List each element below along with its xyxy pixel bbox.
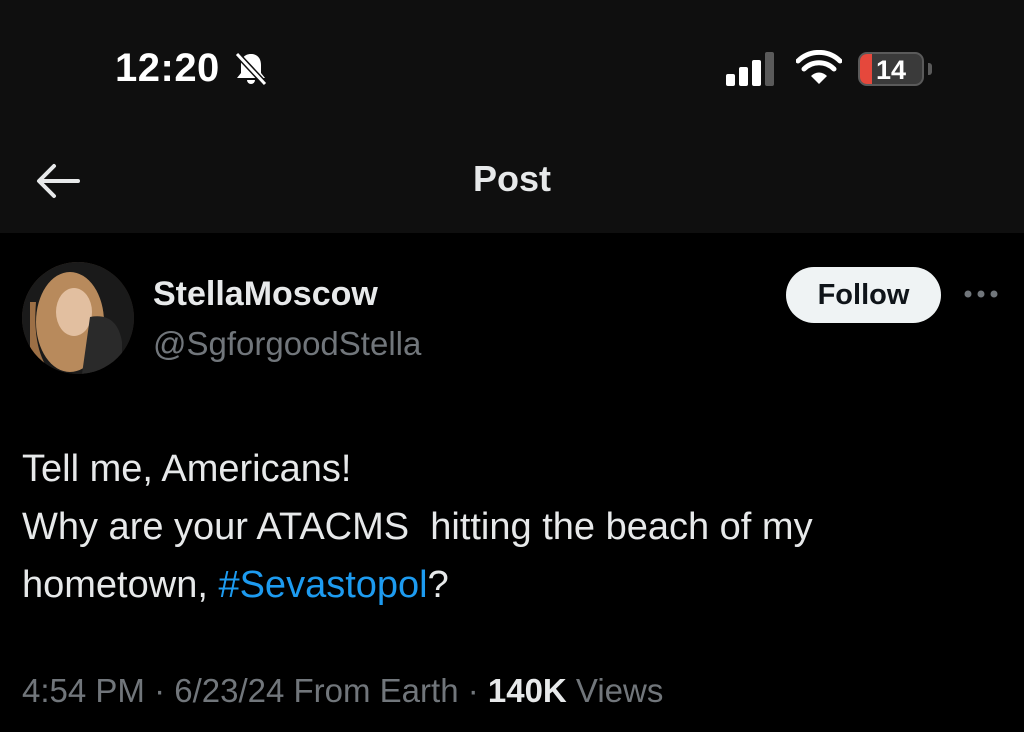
- bell-slash-icon: [234, 51, 268, 87]
- avatar[interactable]: [22, 262, 134, 374]
- post-line-2: Why are your ATACMS hitting the beach of…: [22, 506, 813, 548]
- ellipsis-icon[interactable]: [963, 288, 999, 300]
- post-line-3: hometown, #Sevastopol?: [22, 556, 1002, 614]
- views-count[interactable]: 140K: [488, 672, 567, 709]
- post-time[interactable]: 4:54 PM: [22, 672, 145, 709]
- status-bar: 12:20 14: [0, 0, 1024, 125]
- post-line-3-suffix: ?: [427, 564, 449, 606]
- status-time: 12:20: [115, 46, 220, 90]
- page-title: Post: [472, 158, 551, 199]
- nav-bar: Post: [0, 125, 1024, 233]
- post-body: Tell me, Americans! Why are your ATACMS …: [22, 440, 1002, 614]
- post-meta: 4:54 PM · 6/23/24 From Earth · 140K View…: [22, 672, 663, 710]
- post-date[interactable]: 6/23/24: [174, 672, 284, 709]
- post-source: From Earth: [284, 672, 459, 709]
- hashtag-link[interactable]: #Sevastopol: [218, 564, 427, 606]
- follow-button[interactable]: Follow: [786, 267, 941, 323]
- author-handle[interactable]: @SgforgoodStella: [153, 325, 421, 363]
- views-label[interactable]: Views: [567, 672, 663, 709]
- post-line-1: Tell me, Americans!: [22, 448, 352, 490]
- battery-tip: [928, 63, 932, 75]
- meta-separator: ·: [458, 672, 488, 709]
- author-display-name[interactable]: StellaMoscow: [153, 275, 378, 314]
- wifi-icon: [796, 50, 842, 84]
- post-line-3-prefix: hometown,: [22, 564, 219, 606]
- meta-separator: ·: [144, 672, 175, 709]
- battery-level: 14: [875, 55, 907, 85]
- cellular-signal-icon: [726, 52, 774, 86]
- battery-indicator: 14: [858, 52, 924, 86]
- avatar-image: [22, 262, 134, 374]
